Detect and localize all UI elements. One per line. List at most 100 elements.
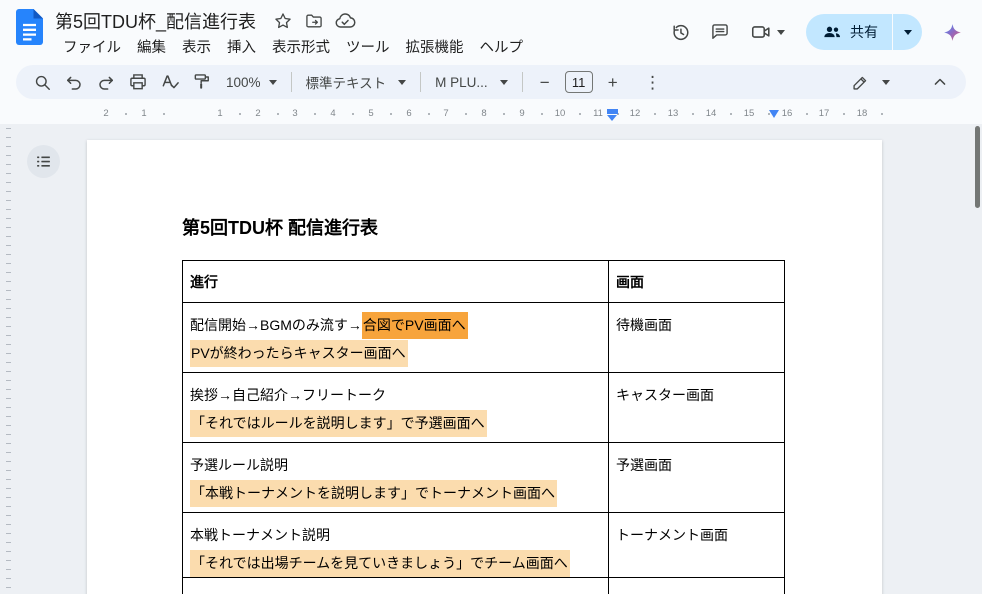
chevron-down-icon: [882, 80, 890, 85]
vertical-ruler: [6, 128, 11, 594]
zoom-select[interactable]: 100%: [218, 68, 285, 96]
cell-text: 挨拶→自己紹介→フリートーク: [190, 387, 386, 403]
table-row: 配信開始→BGMのみ流す→合図でPV画面へ PVが終わったらキャスター画面へ 待…: [183, 303, 785, 373]
right-indent-marker[interactable]: [769, 110, 779, 118]
cell-screen[interactable]: トーナメント画面: [609, 513, 785, 578]
left-indent-marker[interactable]: [607, 115, 617, 121]
ruler-number: 4: [330, 108, 335, 119]
ruler-tick: [503, 113, 505, 115]
ruler-tick: [465, 113, 467, 115]
paragraph-style-select[interactable]: 標準テキスト: [298, 68, 415, 96]
decrease-font-size-button[interactable]: −: [529, 68, 561, 96]
table-row: 予選ルール説明 「本戦トーナメントを説明します」でトーナメント画面へ 予選画面: [183, 443, 785, 513]
highlighted-text: 「本戦トーナメントを説明します」でトーナメント画面へ: [190, 480, 557, 507]
ruler-tick: [579, 113, 581, 115]
toolbar-divider: [291, 72, 292, 92]
ruler-number: 7: [443, 108, 448, 119]
ruler-number: 5: [368, 108, 373, 119]
ruler-number: 13: [668, 108, 679, 119]
doc-heading[interactable]: 第5回TDU杯 配信進行表: [182, 214, 378, 240]
version-history-button[interactable]: [660, 12, 700, 52]
horizontal-ruler[interactable]: 21123456789101112131415161718: [0, 104, 982, 124]
ruler-number: 11: [593, 108, 603, 119]
comments-button[interactable]: [700, 12, 740, 52]
chevron-down-icon: [500, 80, 508, 85]
cell-screen[interactable]: 待機画面: [609, 303, 785, 373]
cell-text: キャスター画面: [616, 387, 714, 403]
cloud-save-status-icon[interactable]: [332, 9, 358, 33]
share-button-group: 共有: [806, 14, 922, 50]
document-canvas: 第5回TDU杯 配信進行表 進行 画面 配信開始→BGMのみ流す→合図でPV画面…: [0, 124, 982, 594]
font-family-select[interactable]: M PLU...: [427, 68, 516, 96]
ruler-tick: [352, 113, 354, 115]
paint-format-button[interactable]: [186, 68, 218, 96]
cell-screen[interactable]: 予選画面: [609, 443, 785, 513]
ruler-number: 15: [744, 108, 755, 119]
table-row: 挨拶→自己紹介→フリートーク 「それではルールを説明します」で予選画面へ キャス…: [183, 373, 785, 443]
ruler-tick: [654, 113, 656, 115]
menu-help[interactable]: ヘルプ: [472, 36, 532, 60]
highlighted-text: 合図でPV画面へ: [362, 312, 468, 339]
gemini-sparkle-button[interactable]: [932, 12, 972, 52]
chevron-down-icon: [269, 80, 277, 85]
cell-screen[interactable]: [609, 578, 785, 594]
table-header-progress[interactable]: 進行: [183, 261, 609, 303]
chevron-up-icon: [930, 72, 950, 92]
increase-font-size-button[interactable]: +: [597, 68, 629, 96]
ruler-tick: [314, 113, 316, 115]
menu-view[interactable]: 表示: [174, 36, 219, 60]
ruler-number: 9: [519, 108, 524, 119]
cell-progress[interactable]: 配信開始→BGMのみ流す→合図でPV画面へ PVが終わったらキャスター画面へ: [183, 303, 609, 373]
docs-logo-icon[interactable]: [16, 9, 43, 60]
first-line-indent-marker[interactable]: [607, 109, 618, 114]
menu-insert[interactable]: 挿入: [219, 36, 264, 60]
menu-edit[interactable]: 編集: [129, 36, 174, 60]
search-menus-button[interactable]: [26, 68, 58, 96]
menu-extensions[interactable]: 拡張機能: [398, 36, 472, 60]
undo-button[interactable]: [58, 68, 90, 96]
people-icon: [822, 22, 842, 42]
document-page[interactable]: 第5回TDU杯 配信進行表 進行 画面 配信開始→BGMのみ流す→合図でPV画面…: [87, 140, 882, 594]
menu-tools[interactable]: ツール: [338, 36, 398, 60]
share-dropdown-button[interactable]: [892, 14, 922, 50]
paint-roller-icon: [192, 72, 212, 92]
ruler-number: 18: [857, 108, 868, 119]
menu-format[interactable]: 表示形式: [264, 36, 338, 60]
ruler-tick: [541, 113, 543, 115]
ruler-number: 16: [782, 108, 793, 119]
hide-menus-button[interactable]: [924, 68, 956, 96]
cell-progress[interactable]: [183, 578, 609, 594]
highlighted-text: 「それでは出場チームを見ていきましょう」でチーム画面へ: [190, 550, 570, 577]
move-folder-icon[interactable]: [301, 9, 327, 33]
more-toolbar-options-button[interactable]: ⋮: [637, 68, 669, 96]
ruler-number: 8: [481, 108, 486, 119]
ruler-number: 10: [555, 108, 566, 119]
print-button[interactable]: [122, 68, 154, 96]
title-menu-column: 第5回TDU杯_配信進行表 ファイル 編集 表示 挿入 表示形式 ツール 拡張機…: [55, 8, 531, 60]
show-outline-button[interactable]: [27, 145, 60, 178]
font-size-input[interactable]: 11: [565, 71, 593, 93]
cell-progress[interactable]: 予選ルール説明 「本戦トーナメントを説明します」でトーナメント画面へ: [183, 443, 609, 513]
editing-mode-select[interactable]: [843, 68, 898, 96]
pencil-icon: [851, 73, 870, 92]
star-icon[interactable]: [270, 9, 296, 33]
spellcheck-button[interactable]: [154, 68, 186, 96]
ruler-number: 2: [255, 108, 260, 119]
title-row: 第5回TDU杯_配信進行表: [55, 8, 531, 34]
ruler-tick: [125, 113, 127, 115]
cell-screen[interactable]: キャスター画面: [609, 373, 785, 443]
cell-progress[interactable]: 挨拶→自己紹介→フリートーク 「それではルールを説明します」で予選画面へ: [183, 373, 609, 443]
redo-button[interactable]: [90, 68, 122, 96]
header-left: 第5回TDU杯_配信進行表 ファイル 編集 表示 挿入 表示形式 ツール 拡張機…: [16, 8, 531, 60]
vertical-scrollbar[interactable]: [975, 126, 980, 208]
meet-video-button[interactable]: [740, 12, 794, 52]
share-button[interactable]: 共有: [806, 14, 892, 50]
redo-icon: [96, 72, 116, 92]
document-title[interactable]: 第5回TDU杯_配信進行表: [55, 8, 256, 34]
cell-progress[interactable]: 本戦トーナメント説明 「それでは出場チームを見ていきましょう」でチーム画面へ: [183, 513, 609, 578]
table-header-screen[interactable]: 画面: [609, 261, 785, 303]
highlighted-text: 「それではルールを説明します」で予選画面へ: [190, 410, 487, 437]
undo-icon: [64, 72, 84, 92]
schedule-table: 進行 画面 配信開始→BGMのみ流す→合図でPV画面へ PVが終わったらキャスタ…: [182, 260, 785, 594]
menu-file[interactable]: ファイル: [55, 36, 129, 60]
